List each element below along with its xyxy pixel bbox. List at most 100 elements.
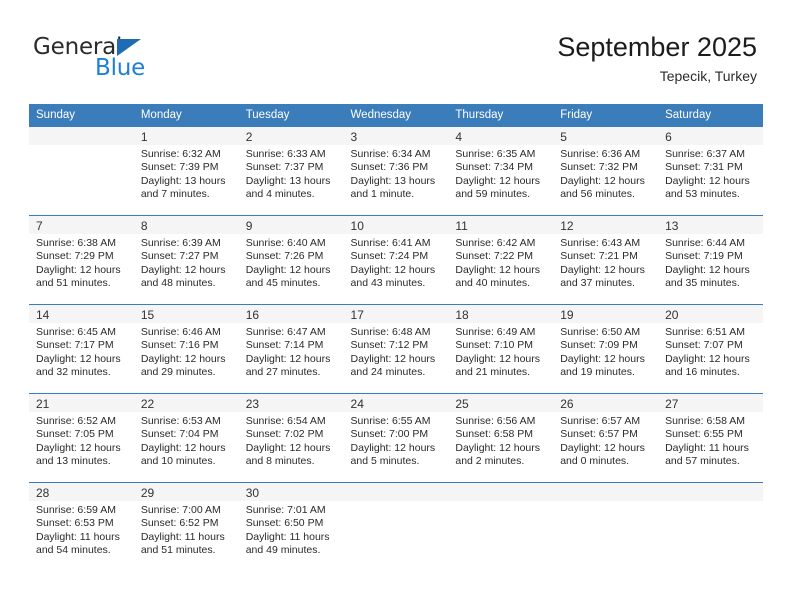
calendar-day-cell[interactable]: 26 Sunrise: 6:57 AM Sunset: 6:57 PM Dayligh… — [553, 393, 659, 482]
day-number: 18 — [455, 308, 469, 322]
calendar-day-cell[interactable]: 1 Sunrise: 6:32 AM Sunset: 7:39 PM Daylight… — [133, 126, 239, 215]
day-number: 8 — [140, 219, 148, 233]
calendar-day-cell[interactable]: 3 Sunrise: 6:34 AM Sunset: 7:36 PM Daylight… — [343, 126, 449, 215]
day-number-strip — [29, 127, 134, 145]
day-detail-line: Daylight: 12 hours — [350, 441, 436, 454]
day-detail-line: Sunset: 6:52 PM — [140, 517, 219, 530]
day-cell-details: Sunrise: 6:39 AM Sunset: 7:27 PM Daylight:… — [134, 234, 239, 291]
day-detail-line: Sunset: 6:50 PM — [245, 517, 324, 530]
day-detail-line: Daylight: 12 hours — [36, 352, 121, 365]
day-detail-line: Daylight: 13 hours — [245, 174, 331, 187]
calendar-day-cell[interactable]: 17 Sunrise: 6:48 AM Sunset: 7:12 PM Dayligh… — [343, 304, 449, 393]
day-detail-line: Daylight: 12 hours — [560, 263, 645, 276]
day-number: 13 — [665, 219, 679, 233]
calendar-day-cell[interactable]: 29 Sunrise: 7:00 AM Sunset: 6:52 PM Dayligh… — [133, 482, 239, 571]
title-block: September 2025 Tepecik, Turkey — [557, 32, 757, 84]
day-detail-line: Sunset: 7:31 PM — [665, 161, 743, 174]
day-number-strip: 20 — [658, 305, 763, 323]
day-cell-inner: 28 Sunrise: 6:59 AM Sunset: 6:53 PM Dayligh… — [29, 482, 134, 571]
day-detail-line: Sunrise: 6:55 AM — [350, 415, 431, 427]
calendar-empty-cell — [343, 482, 449, 571]
day-cell-inner: 25 Sunrise: 6:56 AM Sunset: 6:58 PM Dayligh… — [448, 393, 554, 482]
day-detail-line: Sunset: 7:12 PM — [350, 339, 429, 352]
day-detail-line: and 24 minutes. — [350, 366, 426, 379]
day-detail-line: Sunrise: 6:42 AM — [455, 237, 536, 249]
day-detail-line: Sunrise: 6:41 AM — [350, 237, 431, 249]
day-detail-line: and 32 minutes. — [36, 366, 111, 379]
day-number: 22 — [140, 397, 155, 411]
day-number-strip: 14 — [29, 305, 134, 323]
calendar-day-cell[interactable]: 10 Sunrise: 6:41 AM Sunset: 7:24 PM Dayligh… — [343, 215, 449, 304]
day-number-strip: 28 — [29, 483, 134, 501]
day-cell-details — [658, 501, 763, 504]
day-detail-line: Daylight: 12 hours — [36, 263, 121, 276]
weekday-header-saturday: Saturday — [658, 104, 763, 126]
day-detail-line: Daylight: 12 hours — [140, 352, 226, 365]
calendar-day-cell[interactable]: 11 Sunrise: 6:42 AM Sunset: 7:22 PM Dayligh… — [448, 215, 554, 304]
calendar-day-cell[interactable]: 7 Sunrise: 6:38 AM Sunset: 7:29 PM Daylight… — [29, 215, 134, 304]
calendar-day-cell[interactable]: 30 Sunrise: 7:01 AM Sunset: 6:50 PM Dayligh… — [238, 482, 344, 571]
calendar-day-cell[interactable]: 22 Sunrise: 6:53 AM Sunset: 7:04 PM Dayligh… — [133, 393, 239, 482]
day-cell-details: Sunrise: 6:36 AM Sunset: 7:32 PM Daylight:… — [553, 145, 658, 202]
day-detail-line: Sunrise: 6:57 AM — [560, 415, 641, 427]
calendar-day-cell[interactable]: 19 Sunrise: 6:50 AM Sunset: 7:09 PM Dayligh… — [553, 304, 659, 393]
day-detail-line: Sunset: 7:10 PM — [455, 339, 534, 352]
day-detail-line: Sunset: 7:02 PM — [245, 428, 324, 441]
day-number-strip: 23 — [238, 394, 344, 412]
day-detail-line: Sunset: 7:26 PM — [245, 250, 324, 263]
calendar-day-cell[interactable]: 14 Sunrise: 6:45 AM Sunset: 7:17 PM Dayligh… — [29, 304, 134, 393]
day-cell-details: Sunrise: 6:43 AM Sunset: 7:21 PM Daylight:… — [553, 234, 658, 291]
calendar-day-cell[interactable]: 21 Sunrise: 6:52 AM Sunset: 7:05 PM Dayligh… — [29, 393, 134, 482]
calendar-day-cell[interactable]: 18 Sunrise: 6:49 AM Sunset: 7:10 PM Dayligh… — [448, 304, 554, 393]
day-number-strip: 2 — [238, 127, 344, 145]
day-number: 27 — [665, 397, 679, 411]
day-detail-line: Sunrise: 7:00 AM — [140, 504, 221, 516]
day-cell-details: Sunrise: 6:54 AM Sunset: 7:02 PM Daylight:… — [239, 412, 344, 469]
day-cell-details — [344, 501, 449, 504]
day-number: 10 — [350, 219, 364, 233]
calendar-day-cell[interactable]: 8 Sunrise: 6:39 AM Sunset: 7:27 PM Daylight… — [133, 215, 239, 304]
day-number: 16 — [245, 308, 260, 322]
day-detail-line: Sunset: 7:27 PM — [140, 250, 219, 263]
calendar-day-cell[interactable]: 23 Sunrise: 6:54 AM Sunset: 7:02 PM Dayligh… — [238, 393, 344, 482]
day-cell-inner: 14 Sunrise: 6:45 AM Sunset: 7:17 PM Dayligh… — [29, 304, 134, 393]
calendar-day-cell[interactable]: 20 Sunrise: 6:51 AM Sunset: 7:07 PM Dayligh… — [658, 304, 763, 393]
calendar-day-cell[interactable]: 6 Sunrise: 6:37 AM Sunset: 7:31 PM Daylight… — [658, 126, 763, 215]
calendar-day-cell[interactable]: 13 Sunrise: 6:44 AM Sunset: 7:19 PM Dayligh… — [658, 215, 763, 304]
calendar-day-cell[interactable]: 9 Sunrise: 6:40 AM Sunset: 7:26 PM Daylight… — [238, 215, 344, 304]
calendar-day-cell[interactable]: 24 Sunrise: 6:55 AM Sunset: 7:00 PM Dayligh… — [343, 393, 449, 482]
day-number-strip: 13 — [658, 216, 763, 234]
calendar-day-cell[interactable]: 15 Sunrise: 6:46 AM Sunset: 7:16 PM Dayligh… — [133, 304, 239, 393]
day-cell-details — [553, 501, 658, 504]
day-cell-details — [29, 145, 134, 148]
calendar-empty-cell — [553, 482, 659, 571]
day-cell-details: Sunrise: 6:35 AM Sunset: 7:34 PM Daylight:… — [448, 145, 553, 202]
calendar-day-cell[interactable]: 27 Sunrise: 6:58 AM Sunset: 6:55 PM Dayligh… — [658, 393, 763, 482]
calendar-day-cell[interactable]: 4 Sunrise: 6:35 AM Sunset: 7:34 PM Daylight… — [448, 126, 554, 215]
day-number: 3 — [350, 130, 358, 144]
day-number: 4 — [455, 130, 463, 144]
day-cell-details: Sunrise: 6:45 AM Sunset: 7:17 PM Daylight:… — [29, 323, 134, 380]
day-cell-inner: 13 Sunrise: 6:44 AM Sunset: 7:19 PM Dayligh… — [658, 215, 763, 304]
day-number: 9 — [245, 219, 253, 233]
day-detail-line: Daylight: 12 hours — [245, 441, 331, 454]
calendar-day-cell[interactable]: 5 Sunrise: 6:36 AM Sunset: 7:32 PM Daylight… — [553, 126, 659, 215]
day-detail-line: and 35 minutes. — [665, 277, 740, 290]
day-detail-line: Sunrise: 6:37 AM — [665, 148, 746, 160]
day-detail-line: Sunset: 7:04 PM — [140, 428, 219, 441]
calendar-day-cell[interactable]: 2 Sunrise: 6:33 AM Sunset: 7:37 PM Daylight… — [238, 126, 344, 215]
calendar-day-cell[interactable]: 28 Sunrise: 6:59 AM Sunset: 6:53 PM Dayligh… — [29, 482, 134, 571]
day-detail-line: and 56 minutes. — [560, 188, 635, 201]
day-detail-line: Sunset: 7:16 PM — [140, 339, 219, 352]
day-cell-details: Sunrise: 6:56 AM Sunset: 6:58 PM Daylight:… — [448, 412, 553, 469]
day-detail-line: Daylight: 12 hours — [560, 352, 645, 365]
day-number-strip: 1 — [133, 127, 239, 145]
calendar-day-cell[interactable]: 16 Sunrise: 6:47 AM Sunset: 7:14 PM Dayligh… — [238, 304, 344, 393]
day-detail-line: and 57 minutes. — [665, 455, 740, 468]
calendar-day-cell[interactable]: 12 Sunrise: 6:43 AM Sunset: 7:21 PM Dayligh… — [553, 215, 659, 304]
calendar-empty-cell — [448, 482, 554, 571]
calendar-day-cell[interactable]: 25 Sunrise: 6:56 AM Sunset: 6:58 PM Dayligh… — [448, 393, 554, 482]
day-detail-line: Daylight: 12 hours — [455, 263, 541, 276]
day-detail-line: Daylight: 11 hours — [140, 530, 225, 543]
day-cell-details — [448, 501, 553, 504]
